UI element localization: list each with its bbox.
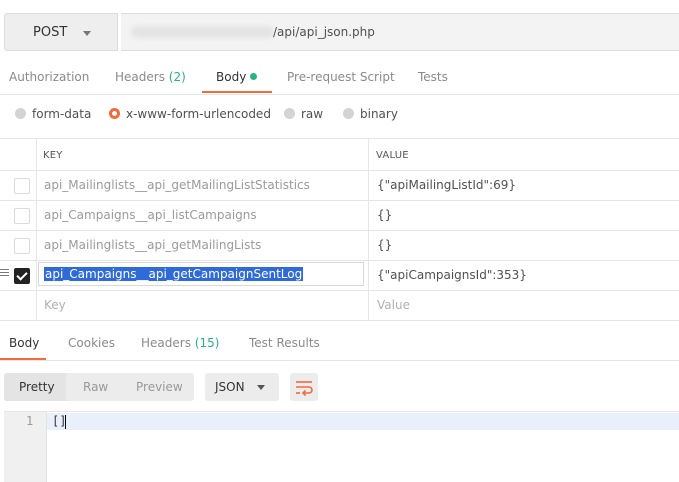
radio-label-form-data[interactable]: form-data	[32, 107, 91, 121]
mode-pretty-button[interactable]: Pretty	[19, 380, 55, 394]
mode-raw-button[interactable]: Raw	[83, 380, 108, 394]
tab-pre-request-script[interactable]: Pre-request Script	[287, 70, 395, 84]
active-tab-underline	[0, 358, 46, 360]
response-body-editor[interactable]: 1 []	[4, 411, 679, 482]
active-tab-underline	[202, 91, 272, 93]
tab-test-results[interactable]: Test Results	[249, 336, 320, 350]
divider	[0, 138, 679, 139]
divider	[0, 170, 679, 171]
column-header-key: KEY	[43, 150, 63, 161]
row-checkbox-checked[interactable]	[14, 268, 30, 284]
tab-label: Authorization	[9, 70, 90, 84]
tab-cookies[interactable]: Cookies	[68, 336, 115, 350]
tab-label: Body	[9, 336, 40, 350]
tab-label: Body	[216, 70, 247, 84]
radio-binary[interactable]	[343, 108, 354, 119]
method-label: POST	[33, 25, 68, 40]
headers-count-badge: (2)	[168, 70, 186, 84]
wrap-lines-button[interactable]	[290, 373, 318, 401]
row-checkbox[interactable]	[14, 238, 30, 254]
param-key[interactable]: api_Campaigns__api_listCampaigns	[44, 208, 257, 222]
tab-label: Headers	[115, 70, 165, 84]
chevron-down-icon	[83, 31, 91, 36]
new-value-input[interactable]: Value	[377, 298, 410, 312]
tab-body[interactable]: Body	[216, 70, 258, 84]
tab-label: Cookies	[68, 336, 115, 350]
active-line-highlight	[47, 413, 679, 430]
divider	[0, 230, 679, 231]
text-cursor	[65, 415, 66, 429]
radio-raw[interactable]	[284, 108, 295, 119]
divider	[0, 290, 679, 291]
request-tabs: Authorization Headers (2) Body Pre-reque…	[0, 64, 679, 95]
radio-label-raw[interactable]: raw	[301, 107, 323, 121]
format-select[interactable]: JSON	[205, 373, 279, 401]
drag-handle-icon[interactable]	[0, 269, 9, 278]
url-input[interactable]: /api/api_json.php	[121, 13, 679, 51]
selected-key-text: api_Campaigns__api_getCampaignSentLog	[44, 267, 304, 281]
mode-preview-button[interactable]: Preview	[136, 380, 183, 394]
radio-label-x-www-form-urlencoded[interactable]: x-www-form-urlencoded	[126, 107, 271, 121]
radio-x-www-form-urlencoded[interactable]	[109, 108, 120, 119]
row-checkbox[interactable]	[14, 208, 30, 224]
response-headers-count-badge: (15)	[194, 336, 220, 350]
new-key-input[interactable]: Key	[44, 298, 66, 312]
param-key-input[interactable]: api_Campaigns__api_getCampaignSentLog	[38, 262, 364, 286]
body-indicator-dot-icon	[250, 73, 258, 80]
url-redacted-host	[131, 26, 274, 38]
response-tabs: Body Cookies Headers (15) Test Results	[0, 330, 679, 361]
column-divider	[368, 138, 369, 321]
tab-label: Tests	[418, 70, 448, 84]
divider	[0, 320, 679, 321]
radio-label-binary[interactable]: binary	[360, 107, 398, 121]
param-value[interactable]: {}	[377, 238, 392, 252]
tab-label: Pre-request Script	[287, 70, 395, 84]
tab-headers[interactable]: Headers (2)	[115, 70, 186, 84]
param-value[interactable]: {"apiCampaignsId":353}	[377, 268, 527, 282]
param-key[interactable]: api_Mailinglists__api_getMailingLists	[44, 238, 261, 252]
tab-label: Headers	[141, 336, 191, 350]
param-value[interactable]: {"apiMailingListId":69}	[377, 178, 516, 192]
tab-tests[interactable]: Tests	[418, 70, 448, 84]
line-number-gutter: 1	[4, 412, 47, 482]
divider	[0, 260, 679, 261]
format-label: JSON	[215, 380, 245, 394]
radio-form-data[interactable]	[15, 108, 26, 119]
view-mode-segmented-control: Pretty Raw Preview	[4, 373, 194, 401]
wrap-lines-icon	[296, 381, 313, 397]
method-select[interactable]: POST	[4, 13, 118, 51]
tab-label: Test Results	[249, 336, 320, 350]
tab-authorization[interactable]: Authorization	[9, 70, 89, 84]
line-number: 1	[26, 414, 34, 428]
chevron-down-icon	[257, 385, 265, 390]
url-text: /api/api_json.php	[273, 25, 375, 39]
tab-response-body[interactable]: Body	[9, 336, 39, 350]
column-header-value: VALUE	[376, 150, 409, 161]
param-value[interactable]: {}	[377, 208, 392, 222]
tab-response-headers[interactable]: Headers (15)	[141, 336, 219, 350]
divider	[0, 200, 679, 201]
param-key[interactable]: api_Mailinglists__api_getMailingListStat…	[44, 178, 310, 192]
row-checkbox[interactable]	[14, 178, 30, 194]
column-divider	[36, 138, 37, 321]
